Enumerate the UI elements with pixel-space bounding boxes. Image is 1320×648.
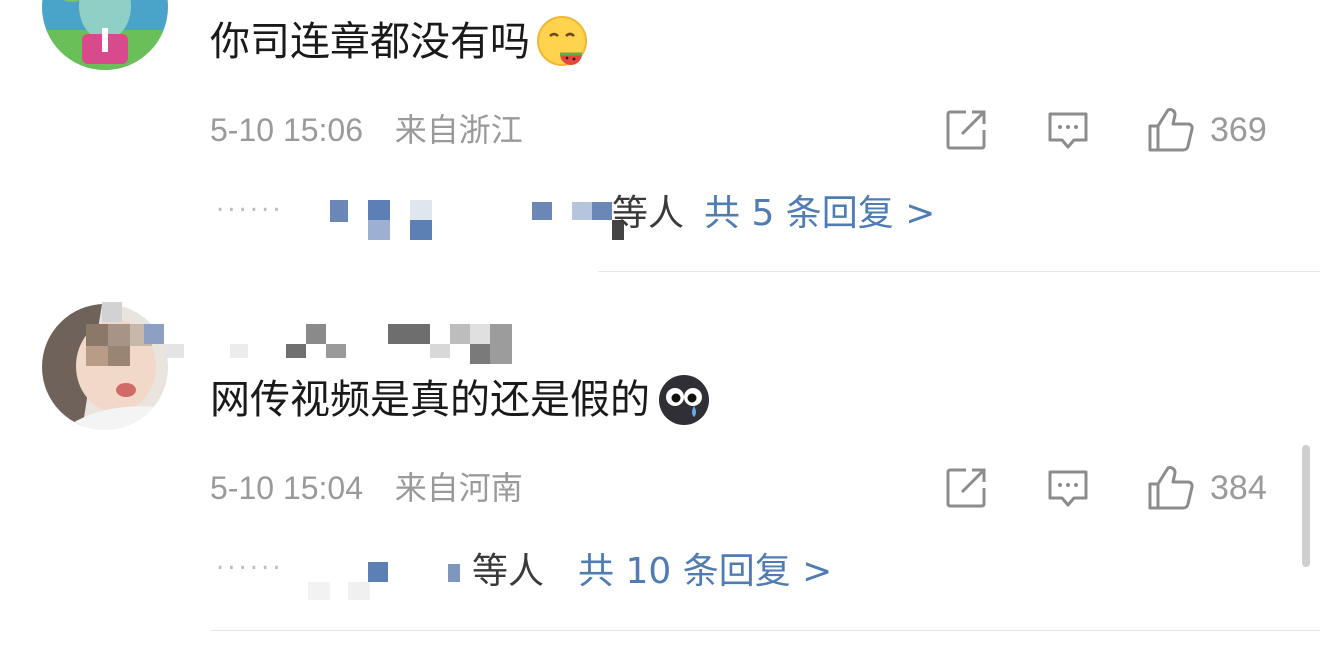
reply-dots: ...... xyxy=(216,188,284,218)
comment-text-row: 网传视频是真的还是假的 xyxy=(210,372,712,428)
melon-eating-emoji-icon xyxy=(536,14,592,70)
comment-text: 网传视频是真的还是假的 xyxy=(210,377,650,423)
reply-link[interactable]: 共 5 条回复 > xyxy=(704,184,935,244)
reply-link[interactable]: 共 10 条回复 > xyxy=(578,542,832,602)
comment-location: 来自河南 xyxy=(394,470,523,506)
crying-face-emoji-icon xyxy=(656,372,712,428)
comment-meta: 5-10 15:04 来自河南 xyxy=(210,468,523,508)
reply-dots: ...... xyxy=(216,546,284,576)
comment-location: 来自浙江 xyxy=(394,112,523,148)
avatar[interactable] xyxy=(42,304,168,430)
comment-icon[interactable] xyxy=(1046,108,1090,152)
reply-suffix: 等人 xyxy=(612,193,685,234)
comment-item: 网传视频是真的还是假的 5-10 15:04 来自河南 384 ...... 等… xyxy=(0,272,1320,648)
repost-icon[interactable] xyxy=(944,466,988,510)
like-icon[interactable] xyxy=(1146,464,1194,512)
comment-icon[interactable] xyxy=(1046,466,1090,510)
avatar[interactable] xyxy=(42,0,168,70)
like-icon[interactable] xyxy=(1146,106,1194,154)
reply-summary[interactable]: ...... 等人 共 5 条回复 > xyxy=(210,184,970,244)
like-count: 384 xyxy=(1210,469,1267,507)
like-count: 369 xyxy=(1210,111,1267,149)
divider xyxy=(210,630,1320,631)
comment-meta: 5-10 15:06 来自浙江 xyxy=(210,110,523,150)
comment-text: 你司连章都没有吗 xyxy=(210,19,530,65)
comment-text-row: 你司连章都没有吗 xyxy=(210,14,592,70)
comment-date: 5-10 15:06 xyxy=(210,112,364,148)
reply-summary[interactable]: ...... 等人 共 10 条回复 > xyxy=(210,542,870,602)
comment-item: 你司连章都没有吗 5-10 15:06 来自浙江 369 ...... 等人 共… xyxy=(0,0,1320,272)
reply-suffix: 等人 xyxy=(472,551,545,592)
scrollbar[interactable] xyxy=(1302,445,1310,567)
repost-icon[interactable] xyxy=(944,108,988,152)
comment-date: 5-10 15:04 xyxy=(210,470,364,506)
